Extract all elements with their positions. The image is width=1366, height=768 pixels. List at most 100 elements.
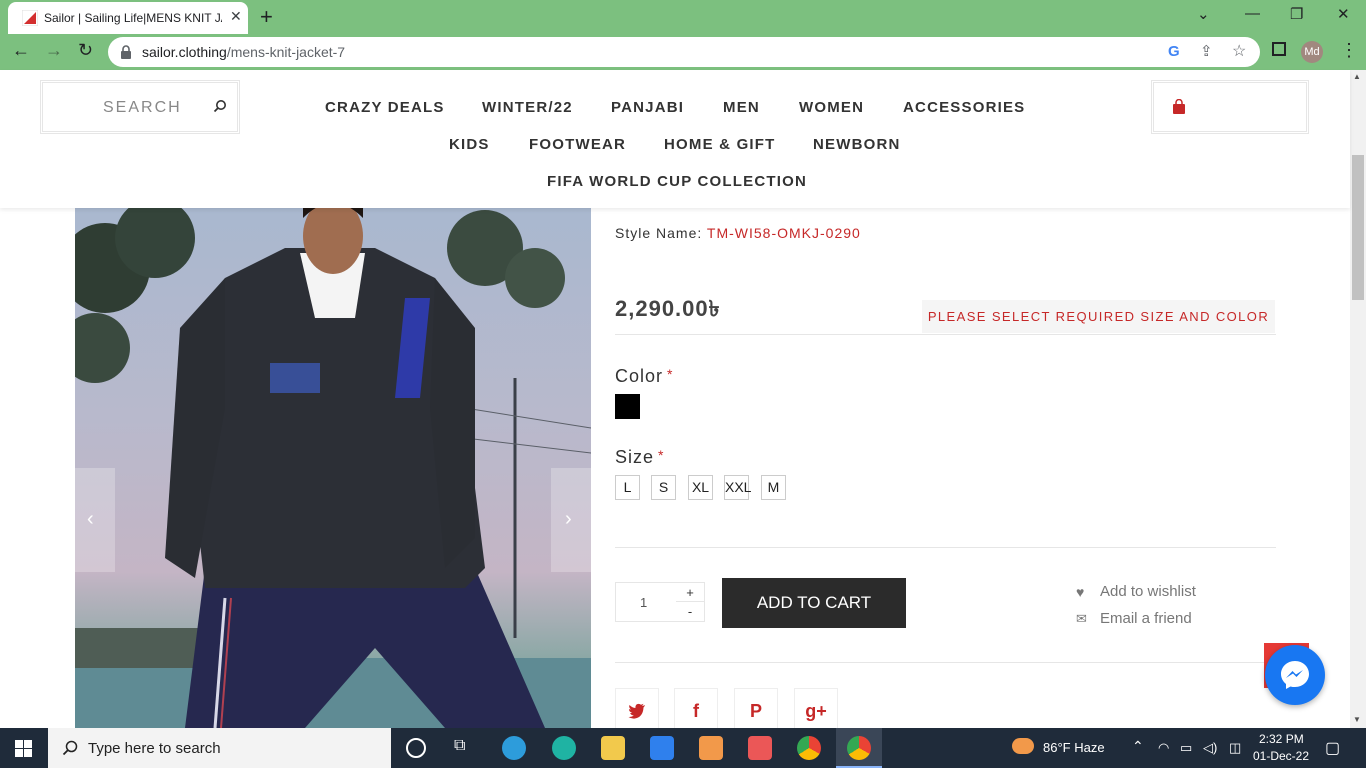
chevron-right-icon: › <box>565 508 572 530</box>
size-option-label: Size * <box>615 447 664 468</box>
share-icon[interactable]: ⇪ <box>1200 42 1213 60</box>
size-option-xxl[interactable]: XXL <box>724 475 751 500</box>
shopping-bag-icon[interactable] <box>1172 99 1186 115</box>
twitter-icon[interactable] <box>615 688 659 732</box>
nav-newborn[interactable]: NEWBORN <box>813 136 901 153</box>
file-explorer-icon[interactable] <box>601 736 625 760</box>
size-option-l[interactable]: L <box>615 475 640 500</box>
forward-icon[interactable]: → <box>45 40 63 61</box>
style-name-label: Style Name: <box>615 225 703 241</box>
back-icon[interactable]: ← <box>12 40 30 61</box>
email-friend-link[interactable]: Email a friend <box>1100 610 1192 627</box>
lock-icon <box>121 45 131 59</box>
chrome-profile-active-app[interactable] <box>836 728 882 768</box>
messenger-chat-button[interactable] <box>1265 645 1325 705</box>
nav-winter-22[interactable]: WINTER/22 <box>482 99 573 116</box>
profile-avatar[interactable]: Md <box>1301 41 1323 63</box>
scroll-up-icon[interactable]: ▲ <box>1353 72 1361 81</box>
task-view-icon[interactable]: ⧉ <box>454 737 465 755</box>
image-next-button[interactable]: › <box>551 468 591 572</box>
xampp-icon[interactable] <box>748 736 772 760</box>
product-image[interactable]: ‹ › <box>75 208 591 728</box>
image-prev-button[interactable]: ‹ <box>75 468 115 572</box>
browser-menu-icon[interactable]: ⋮ <box>1340 40 1358 61</box>
page-scrollbar[interactable]: ▲ ▼ <box>1350 70 1366 728</box>
battery-icon[interactable]: ▭ <box>1180 740 1192 756</box>
minimize-icon[interactable]: — <box>1245 5 1260 22</box>
add-to-wishlist-link[interactable]: Add to wishlist <box>1100 583 1196 600</box>
tray-chevron-icon[interactable]: ⌃ <box>1132 738 1144 755</box>
weather-text[interactable]: 86°F Haze <box>1043 740 1105 755</box>
sublime-text-icon[interactable] <box>699 736 723 760</box>
tab-title: Sailor | Sailing Life|MENS KNIT JACKET <box>44 11 222 25</box>
style-name-value: TM-WI58-OMKJ-0290 <box>706 225 861 241</box>
divider <box>615 547 1276 548</box>
style-name: Style Name: TM-WI58-OMKJ-0290 <box>615 225 861 241</box>
nav-panjabi[interactable]: PANJABI <box>611 99 684 116</box>
quantity-input[interactable]: 1 <box>640 595 647 610</box>
color-label-text: Color <box>615 366 664 386</box>
quantity-increase-button[interactable]: + <box>676 583 704 602</box>
close-window-icon[interactable]: ✕ <box>1337 5 1350 23</box>
meet-now-icon[interactable]: ◫ <box>1229 740 1241 756</box>
clock-time[interactable]: 2:32 PM <box>1259 732 1304 746</box>
clock-date[interactable]: 01-Dec-22 <box>1253 749 1309 763</box>
taskbar-search-box[interactable]: Type here to search <box>48 728 391 768</box>
nav-home-gift[interactable]: HOME & GIFT <box>664 136 776 153</box>
bookmark-star-icon[interactable]: ☆ <box>1232 41 1246 61</box>
browser-tab[interactable]: Sailor | Sailing Life|MENS KNIT JACKET ✕ <box>8 2 248 34</box>
product-photo <box>75 208 591 728</box>
product-price: 2,290.00৳ <box>615 296 721 321</box>
nav-crazy-deals[interactable]: CRAZY DEALS <box>325 99 445 116</box>
chrome-icon[interactable] <box>797 736 821 760</box>
pinterest-icon[interactable]: P <box>734 688 778 732</box>
site-header: SEARCH CRAZY DEALS WINTER/22 PANJABI MEN… <box>0 70 1350 208</box>
quantity-decrease-button[interactable]: - <box>676 602 704 621</box>
size-option-m[interactable]: M <box>761 475 786 500</box>
scroll-thumb[interactable] <box>1352 155 1364 300</box>
browser-tab-bar: Sailor | Sailing Life|MENS KNIT JACKET ✕… <box>0 0 1366 34</box>
facebook-icon[interactable]: f <box>674 688 718 732</box>
app-icon-1[interactable] <box>502 736 526 760</box>
color-option-label: Color * <box>615 366 673 387</box>
required-mark: * <box>658 447 665 463</box>
cortana-icon[interactable] <box>406 738 426 758</box>
nav-men[interactable]: MEN <box>723 99 760 116</box>
new-tab-icon[interactable]: + <box>260 4 273 30</box>
tab-search-chevron-icon[interactable]: ⌄ <box>1197 5 1210 23</box>
cart-box[interactable] <box>1151 80 1309 134</box>
size-option-s[interactable]: S <box>651 475 676 500</box>
nav-women[interactable]: WOMEN <box>799 99 864 116</box>
chevron-left-icon: ‹ <box>87 508 94 530</box>
quantity-stepper[interactable]: 1 + - <box>615 582 705 622</box>
color-swatch-black[interactable] <box>615 394 640 419</box>
mail-icon[interactable] <box>650 736 674 760</box>
add-to-cart-button[interactable]: ADD TO CART <box>722 578 906 628</box>
edge-icon[interactable] <box>552 736 576 760</box>
tab-close-icon[interactable]: ✕ <box>230 8 242 25</box>
restore-icon[interactable]: ❐ <box>1290 5 1303 23</box>
size-color-warning: PLEASE SELECT REQUIRED SIZE AND COLOR <box>922 300 1275 333</box>
search-icon[interactable] <box>213 99 227 113</box>
browser-toolbar: ← → ↻ sailor.clothing/mens-knit-jacket-7… <box>0 34 1366 70</box>
scroll-down-icon[interactable]: ▼ <box>1353 715 1361 724</box>
search-box[interactable]: SEARCH <box>40 80 240 134</box>
google-plus-icon[interactable]: g+ <box>794 688 838 732</box>
nav-fifa-world-cup[interactable]: FIFA WORLD CUP COLLECTION <box>547 173 807 190</box>
url-path: /mens-knit-jacket-7 <box>226 44 346 60</box>
google-icon[interactable]: G <box>1168 43 1180 60</box>
size-option-xl[interactable]: XL <box>688 475 713 500</box>
windows-start-icon[interactable] <box>15 740 32 757</box>
wifi-icon[interactable]: ◠ <box>1158 740 1169 756</box>
search-input[interactable]: SEARCH <box>103 99 182 117</box>
notification-icon[interactable]: ▢ <box>1325 738 1340 758</box>
side-panel-icon[interactable] <box>1272 42 1286 56</box>
nav-kids[interactable]: KIDS <box>449 136 490 153</box>
nav-accessories[interactable]: ACCESSORIES <box>903 99 1025 116</box>
size-label-text: Size <box>615 447 655 467</box>
nav-footwear[interactable]: FOOTWEAR <box>529 136 626 153</box>
volume-icon[interactable]: ◁) <box>1203 740 1217 756</box>
heart-icon: ♥ <box>1076 584 1085 600</box>
reload-icon[interactable]: ↻ <box>78 40 93 61</box>
address-bar[interactable]: sailor.clothing/mens-knit-jacket-7 G ⇪ ☆ <box>108 37 1260 67</box>
